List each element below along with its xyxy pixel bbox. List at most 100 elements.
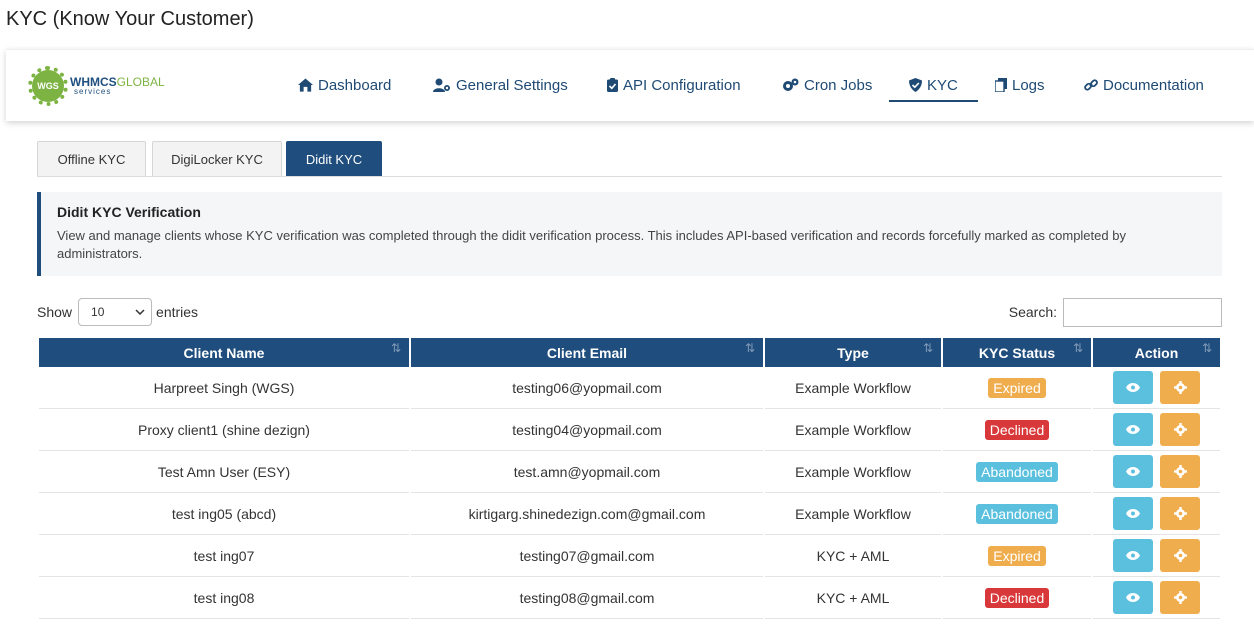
info-panel: Didit KYC Verification View and manage c…: [37, 192, 1222, 276]
sort-icon: ⇅: [1072, 341, 1083, 355]
nav-label: General Settings: [456, 76, 568, 94]
view-button[interactable]: [1112, 455, 1153, 488]
eye-icon: [1125, 383, 1140, 392]
logo[interactable]: WGS WHMCSGLOBAL services: [28, 66, 165, 106]
column-header-kyc-status[interactable]: KYC Status ⇅: [943, 338, 1091, 367]
show-label: Show: [37, 304, 73, 320]
type-cell: Example Workflow: [765, 451, 941, 493]
status-badge: Abandoned: [976, 503, 1058, 524]
client-name-cell: test ing07: [39, 535, 409, 577]
view-button[interactable]: [1112, 497, 1153, 530]
shield-check-icon: [909, 78, 922, 92]
type-cell: KYC + AML: [765, 535, 941, 577]
tab-offline-kyc[interactable]: Offline KYC: [37, 141, 146, 176]
nav-label: Dashboard: [318, 76, 392, 94]
status-badge: Expired: [988, 377, 1046, 398]
client-name-cell: Test Amn User (ESY): [39, 451, 409, 493]
info-title: Didit KYC Verification: [57, 204, 201, 220]
client-email-cell: testing06@yopmail.com: [411, 367, 763, 409]
client-email-cell: testing08@gmail.com: [411, 577, 763, 619]
eye-icon: [1125, 425, 1140, 434]
view-button[interactable]: [1112, 413, 1153, 446]
column-header-action[interactable]: Action ⇅: [1093, 338, 1220, 367]
clipboard-check-icon: [607, 78, 618, 92]
type-cell: KYC + AML: [765, 577, 941, 619]
user-cog-icon: [433, 78, 450, 92]
column-header-client-email[interactable]: Client Email ⇅: [411, 338, 763, 367]
entries-select[interactable]: 10: [78, 298, 153, 326]
nav-label: API Configuration: [623, 76, 741, 94]
tab-didit-kyc[interactable]: Didit KYC: [286, 141, 382, 176]
nav-label: KYC: [927, 76, 958, 94]
entries-control: Show 10 entries: [37, 297, 198, 327]
type-cell: Example Workflow: [765, 409, 941, 451]
settings-button[interactable]: [1160, 371, 1201, 404]
link-icon: [1084, 79, 1098, 91]
settings-button[interactable]: [1160, 539, 1201, 572]
nav-kyc[interactable]: KYC: [889, 74, 978, 102]
tab-digilocker-kyc[interactable]: DigiLocker KYC: [152, 141, 282, 176]
client-email-cell: test.amn@yopmail.com: [411, 451, 763, 493]
entries-label: entries: [156, 304, 199, 320]
table-row: Test Amn User (ESY) test.amn@yopmail.com…: [39, 451, 1220, 493]
status-badge: Declined: [984, 419, 1050, 440]
settings-button[interactable]: [1160, 497, 1201, 530]
settings-button[interactable]: [1160, 413, 1201, 446]
nav-api-configuration[interactable]: API Configuration: [607, 74, 741, 96]
gear-icon: [1173, 591, 1187, 604]
status-badge: Expired: [988, 545, 1046, 566]
eye-icon: [1125, 593, 1140, 602]
status-badge: Declined: [984, 587, 1050, 608]
table-row: Proxy client1 (shine dezign) testing04@y…: [39, 409, 1220, 451]
sort-icon: ⇅: [744, 341, 755, 355]
sort-icon: ⇅: [1201, 341, 1212, 355]
home-icon: [298, 78, 313, 92]
logo-gear-icon: WGS: [28, 66, 68, 106]
view-button[interactable]: [1112, 371, 1153, 404]
kyc-tabs: Offline KYC DigiLocker KYC Didit KYC: [37, 141, 1222, 177]
search-input[interactable]: [1063, 297, 1222, 327]
nav-documentation[interactable]: Documentation: [1084, 74, 1204, 96]
settings-button[interactable]: [1160, 581, 1201, 614]
nav-label: Documentation: [1103, 76, 1204, 94]
page-title: KYC (Know Your Customer): [6, 8, 254, 30]
gear-icon: [1173, 465, 1187, 478]
client-email-cell: testing04@yopmail.com: [411, 409, 763, 451]
entries-value: 10: [91, 305, 105, 319]
view-button[interactable]: [1112, 539, 1153, 572]
column-header-type[interactable]: Type ⇅: [765, 338, 941, 367]
table-row: Harpreet Singh (WGS) testing06@yopmail.c…: [39, 367, 1220, 409]
search-control: Search:: [1009, 297, 1222, 327]
info-text: View and manage clients whose KYC verifi…: [57, 228, 1126, 261]
column-header-client-name[interactable]: Client Name ⇅: [39, 338, 409, 367]
gear-icon: [1173, 423, 1187, 436]
chevron-down-icon: [135, 309, 145, 315]
gear-icon: [1173, 507, 1187, 520]
eye-icon: [1125, 467, 1140, 476]
type-cell: Example Workflow: [765, 493, 941, 535]
client-email-cell: testing07@gmail.com: [411, 535, 763, 577]
eye-icon: [1125, 509, 1140, 518]
table-row: test ing05 (abcd) kirtigarg.shinedezign.…: [39, 493, 1220, 535]
table-row: test ing07 testing07@gmail.com KYC + AML…: [39, 535, 1220, 577]
client-name-cell: test ing08: [39, 577, 409, 619]
eye-icon: [1125, 551, 1140, 560]
gear-icon: [1173, 549, 1187, 562]
nav-cron-jobs[interactable]: Cron Jobs: [782, 74, 872, 96]
nav-label: Cron Jobs: [804, 76, 873, 94]
cogs-icon: [783, 78, 799, 91]
settings-button[interactable]: [1160, 455, 1201, 488]
sort-icon: ⇅: [390, 341, 401, 355]
client-email-cell: kirtigarg.shinedezign.com@gmail.com: [411, 493, 763, 535]
status-badge: Abandoned: [976, 461, 1058, 482]
view-button[interactable]: [1112, 581, 1153, 614]
logo-brand-accent: GLOBAL: [116, 75, 165, 89]
search-label: Search:: [1008, 304, 1057, 320]
copy-icon: [995, 78, 1007, 92]
gear-icon: [1173, 381, 1187, 394]
top-navbar: WGS WHMCSGLOBAL services Dashboard Gener…: [6, 49, 1254, 121]
nav-logs[interactable]: Logs: [995, 74, 1045, 96]
nav-dashboard[interactable]: Dashboard: [298, 74, 391, 96]
table-row: test ing08 testing08@gmail.com KYC + AML…: [39, 577, 1220, 619]
nav-general-settings[interactable]: General Settings: [433, 74, 568, 96]
